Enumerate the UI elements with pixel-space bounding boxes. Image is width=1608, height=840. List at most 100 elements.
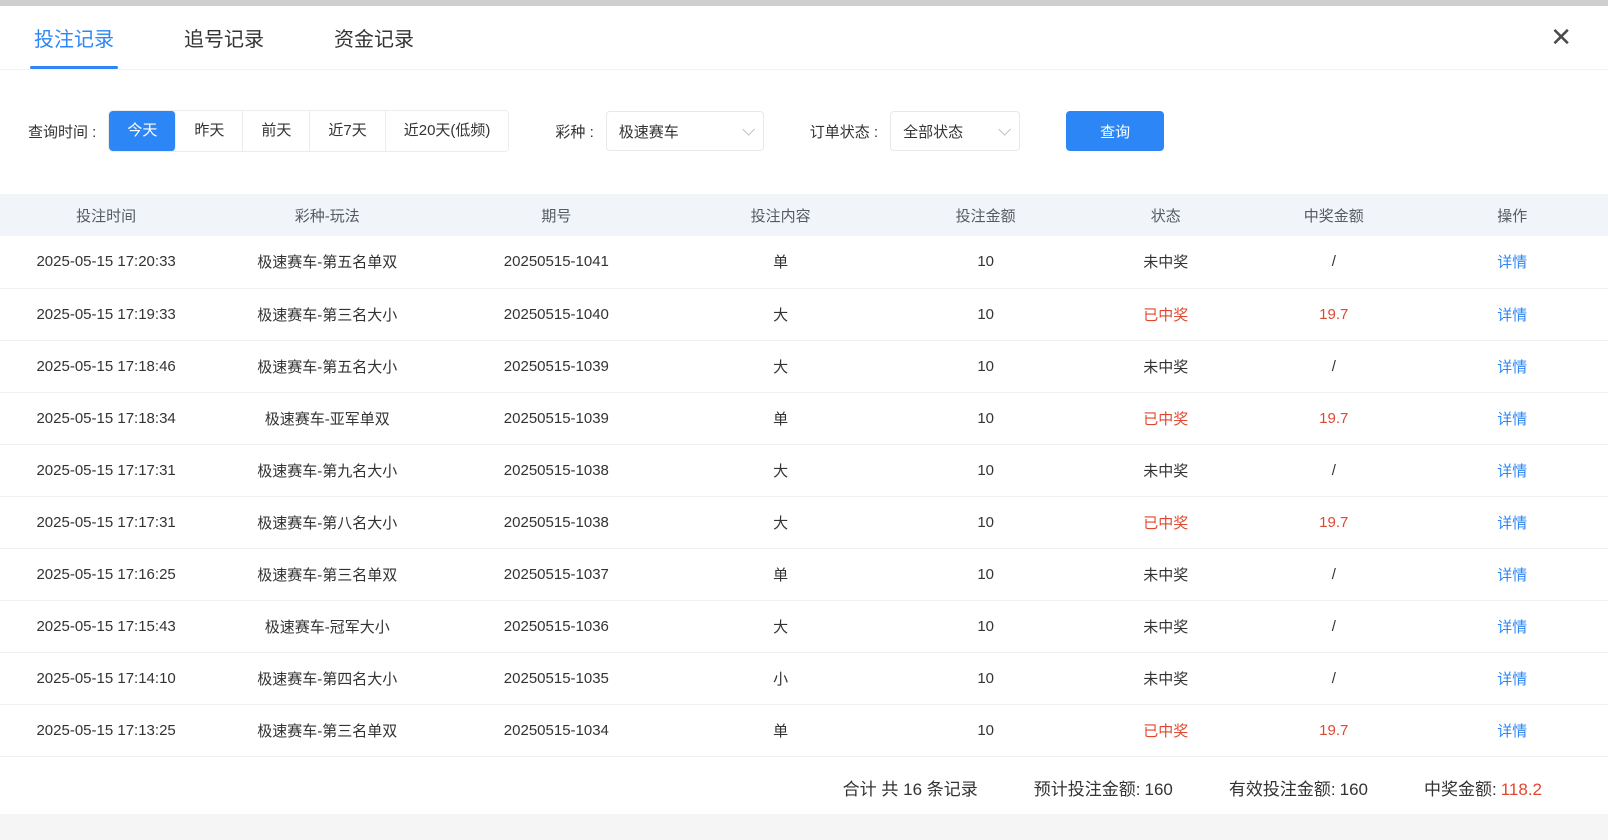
summary-prize-label: 中奖金额: — [1424, 780, 1497, 799]
header-prize-amount: 中奖金额 — [1251, 194, 1417, 236]
cell-status: 未中奖 — [1081, 600, 1251, 652]
summary-expected-value: 160 — [1145, 780, 1173, 799]
chevron-down-icon — [998, 123, 1011, 136]
table-row: 2025-05-15 17:16:25 极速赛车-第三名单双 20250515-… — [0, 548, 1608, 600]
cell-lottery-play: 极速赛车-第九名大小 — [212, 444, 442, 496]
search-button[interactable]: 查询 — [1066, 111, 1164, 151]
cell-lottery-play: 极速赛车-第五名大小 — [212, 340, 442, 392]
cell-status: 未中奖 — [1081, 548, 1251, 600]
detail-link[interactable]: 详情 — [1497, 307, 1527, 324]
order-status-filter-label: 订单状态 : — [810, 121, 878, 142]
detail-link[interactable]: 详情 — [1497, 254, 1527, 271]
time-filter-group: 今天 昨天 前天 近7天 近20天(低频) — [108, 110, 509, 152]
cell-bet-amount: 10 — [891, 652, 1081, 704]
filter-bar: 查询时间 : 今天 昨天 前天 近7天 近20天(低频) 彩种 : 极速赛车 订… — [28, 110, 1580, 152]
cell-bet-content: 大 — [671, 444, 891, 496]
tab-chase-records[interactable]: 追号记录 — [180, 6, 268, 69]
header-status: 状态 — [1081, 194, 1251, 236]
table-row: 2025-05-15 17:17:31 极速赛车-第八名大小 20250515-… — [0, 496, 1608, 548]
detail-link[interactable]: 详情 — [1497, 359, 1527, 376]
lottery-select-value: 极速赛车 — [619, 121, 679, 142]
cell-status: 未中奖 — [1081, 340, 1251, 392]
time-filter-last20days[interactable]: 近20天(低频) — [386, 111, 509, 151]
cell-lottery-play: 极速赛车-第五名单双 — [212, 236, 442, 288]
header-bet-amount: 投注金额 — [891, 194, 1081, 236]
header-bet-content: 投注内容 — [671, 194, 891, 236]
detail-link[interactable]: 详情 — [1497, 723, 1527, 740]
time-filter-day-before[interactable]: 前天 — [243, 111, 310, 151]
table-row: 2025-05-15 17:18:46 极速赛车-第五名大小 20250515-… — [0, 340, 1608, 392]
cell-prize-amount: 19.7 — [1251, 704, 1417, 756]
cell-prize-amount: 19.7 — [1251, 496, 1417, 548]
time-filter-today[interactable]: 今天 — [109, 111, 176, 151]
cell-bet-time: 2025-05-15 17:20:33 — [0, 236, 212, 288]
cell-bet-content: 单 — [671, 548, 891, 600]
cell-lottery-play: 极速赛车-亚军单双 — [212, 392, 442, 444]
chevron-down-icon — [742, 123, 755, 136]
cell-actions: 详情 — [1417, 288, 1608, 340]
cell-issue-number: 20250515-1034 — [442, 704, 670, 756]
cell-status: 已中奖 — [1081, 704, 1251, 756]
cell-prize-amount: / — [1251, 236, 1417, 288]
cell-prize-amount: / — [1251, 548, 1417, 600]
summary-valid-amount: 有效投注金额:160 — [1229, 775, 1368, 800]
cell-bet-amount: 10 — [891, 392, 1081, 444]
summary-expected-amount: 预计投注金额:160 — [1034, 775, 1173, 800]
detail-link[interactable]: 详情 — [1497, 671, 1527, 688]
cell-lottery-play: 极速赛车-第八名大小 — [212, 496, 442, 548]
cell-issue-number: 20250515-1037 — [442, 548, 670, 600]
bet-records-table: 投注时间 彩种-玩法 期号 投注内容 投注金额 状态 中奖金额 操作 2025-… — [0, 194, 1608, 757]
cell-prize-amount: / — [1251, 340, 1417, 392]
order-status-select[interactable]: 全部状态 — [890, 111, 1020, 151]
table-row: 2025-05-15 17:14:10 极速赛车-第四名大小 20250515-… — [0, 652, 1608, 704]
cell-issue-number: 20250515-1036 — [442, 600, 670, 652]
cell-bet-content: 小 — [671, 652, 891, 704]
cell-issue-number: 20250515-1039 — [442, 392, 670, 444]
cell-status: 未中奖 — [1081, 652, 1251, 704]
tab-bet-records[interactable]: 投注记录 — [30, 6, 118, 69]
cell-status: 未中奖 — [1081, 444, 1251, 496]
close-icon[interactable]: ✕ — [1544, 6, 1578, 69]
cell-bet-time: 2025-05-15 17:17:31 — [0, 496, 212, 548]
cell-bet-content: 单 — [671, 236, 891, 288]
header-lottery-play: 彩种-玩法 — [212, 194, 442, 236]
cell-bet-content: 大 — [671, 288, 891, 340]
tab-fund-records[interactable]: 资金记录 — [330, 6, 418, 69]
cell-bet-amount: 10 — [891, 704, 1081, 756]
detail-link[interactable]: 详情 — [1497, 463, 1527, 480]
cell-bet-time: 2025-05-15 17:18:34 — [0, 392, 212, 444]
cell-issue-number: 20250515-1040 — [442, 288, 670, 340]
cell-prize-amount: / — [1251, 600, 1417, 652]
cell-actions: 详情 — [1417, 236, 1608, 288]
order-status-select-value: 全部状态 — [903, 121, 963, 142]
time-filter-last7days[interactable]: 近7天 — [310, 111, 385, 151]
cell-bet-amount: 10 — [891, 288, 1081, 340]
cell-actions: 详情 — [1417, 392, 1608, 444]
cell-prize-amount: / — [1251, 444, 1417, 496]
cell-bet-amount: 10 — [891, 496, 1081, 548]
cell-lottery-play: 极速赛车-第四名大小 — [212, 652, 442, 704]
cell-prize-amount: 19.7 — [1251, 288, 1417, 340]
cell-lottery-play: 极速赛车-第三名单双 — [212, 704, 442, 756]
time-filter-yesterday[interactable]: 昨天 — [176, 111, 243, 151]
lottery-select[interactable]: 极速赛车 — [606, 111, 764, 151]
header-bet-time: 投注时间 — [0, 194, 212, 236]
detail-link[interactable]: 详情 — [1497, 567, 1527, 584]
summary-valid-value: 160 — [1340, 780, 1368, 799]
table-row: 2025-05-15 17:20:33 极速赛车-第五名单双 20250515-… — [0, 236, 1608, 288]
table-header-row: 投注时间 彩种-玩法 期号 投注内容 投注金额 状态 中奖金额 操作 — [0, 194, 1608, 236]
cell-bet-amount: 10 — [891, 600, 1081, 652]
cell-status: 已中奖 — [1081, 392, 1251, 444]
cell-bet-content: 大 — [671, 600, 891, 652]
detail-link[interactable]: 详情 — [1497, 619, 1527, 636]
detail-link[interactable]: 详情 — [1497, 515, 1527, 532]
records-panel: 投注记录 追号记录 资金记录 ✕ 查询时间 : 今天 昨天 前天 近7天 近20… — [0, 6, 1608, 814]
summary-total-records: 合计 共 16 条记录 — [843, 775, 978, 800]
cell-bet-time: 2025-05-15 17:17:31 — [0, 444, 212, 496]
cell-actions: 详情 — [1417, 340, 1608, 392]
cell-bet-time: 2025-05-15 17:14:10 — [0, 652, 212, 704]
detail-link[interactable]: 详情 — [1497, 411, 1527, 428]
cell-issue-number: 20250515-1041 — [442, 236, 670, 288]
cell-bet-time: 2025-05-15 17:15:43 — [0, 600, 212, 652]
header-issue-number: 期号 — [442, 194, 670, 236]
